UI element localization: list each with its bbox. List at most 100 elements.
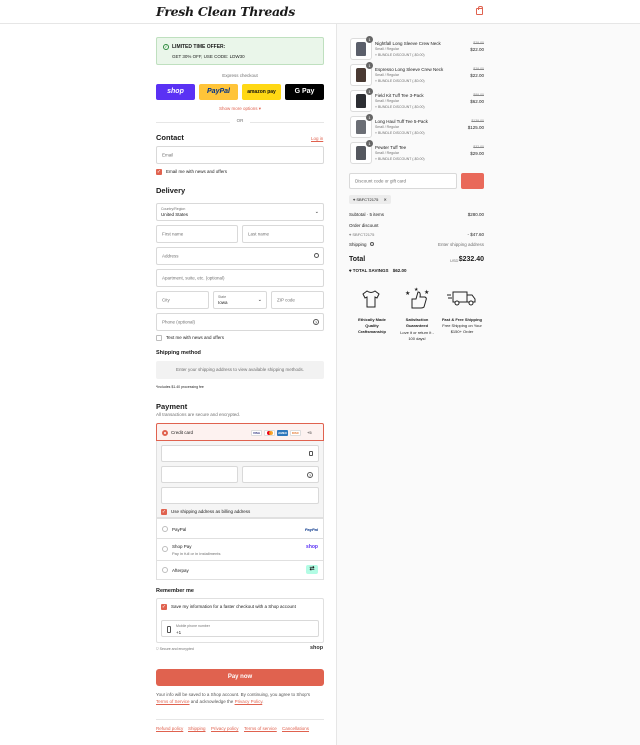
- credit-card-option[interactable]: Credit card VISA AMEX DISC +5: [156, 423, 324, 441]
- terms-link[interactable]: Terms of Service: [156, 699, 190, 704]
- feature-sub-2: Love it or return it - 100 days!: [400, 330, 434, 341]
- apartment-placeholder: Apartment, suite, etc. (optional): [162, 275, 225, 281]
- show-more-options-link[interactable]: Show more options ▾: [156, 106, 324, 112]
- state-select[interactable]: State Iowa ⌄: [213, 291, 267, 309]
- payment-subtitle: All transactions are secure and encrypte…: [156, 412, 241, 417]
- zip-field[interactable]: ZIP code: [271, 291, 324, 309]
- shipping-label: Shipping: [349, 242, 374, 247]
- shipping-link[interactable]: Shipping: [188, 726, 206, 731]
- store-logo[interactable]: Fresh Clean Threads: [156, 4, 295, 19]
- amex-icon: AMEX: [277, 430, 288, 436]
- help-icon[interactable]: [369, 242, 374, 246]
- quantity-badge: 1: [366, 140, 373, 147]
- help-icon[interactable]: ?: [307, 472, 313, 478]
- billing-checkbox[interactable]: ✓: [161, 509, 167, 515]
- mobile-phone-icon: [167, 626, 171, 633]
- privacy-link[interactable]: Privacy Policy: [235, 699, 263, 704]
- pay-now-button[interactable]: Pay now: [156, 669, 324, 686]
- shop-pay-button[interactable]: shop: [156, 84, 195, 100]
- sale-price: $125.00: [467, 125, 484, 130]
- first-name-field[interactable]: First name: [156, 225, 238, 243]
- chevron-down-icon: ⌄: [314, 209, 319, 215]
- shopping-bag-icon[interactable]: [476, 6, 483, 15]
- city-placeholder: City: [162, 297, 170, 303]
- delivery-title: Delivery: [156, 186, 186, 195]
- cancellations-link[interactable]: Cancellations: [282, 726, 309, 731]
- contact-title: Contact: [156, 133, 184, 142]
- subtotal-value: $280.00: [467, 212, 484, 217]
- city-field[interactable]: City: [156, 291, 209, 309]
- name-on-card-field[interactable]: [161, 487, 319, 504]
- email-field[interactable]: Email: [156, 146, 324, 164]
- refund-policy-link[interactable]: Refund policy: [156, 726, 183, 731]
- shop-pay-radio[interactable]: [162, 546, 168, 552]
- legal-text: Your info will be saved to a Shop accoun…: [156, 692, 311, 704]
- total-savings: ⌖ TOTAL SAVINGS $62.00: [349, 268, 407, 273]
- paypal-radio[interactable]: [162, 526, 168, 532]
- country-label: Country/Region: [161, 207, 186, 211]
- amazon-pay-button[interactable]: amazon pay: [242, 84, 281, 100]
- original-price: $29.00: [473, 67, 484, 71]
- stars-thumbs-up-icon: ★ ★ ★: [404, 286, 430, 310]
- product-name: Field Kit Tuff Tee 3-Pack: [375, 93, 424, 98]
- paypal-button[interactable]: PayPal: [199, 84, 238, 100]
- country-value: United States: [161, 212, 189, 217]
- terms-of-service-link[interactable]: Terms of service: [244, 726, 277, 731]
- footer-divider: [156, 719, 324, 720]
- mobile-phone-label: Mobile phone number: [176, 624, 210, 628]
- order-discount-value: - $47.60: [467, 232, 484, 237]
- credit-card-radio[interactable]: [162, 430, 168, 436]
- discount-code-field[interactable]: Discount code or gift card: [349, 173, 457, 189]
- quantity-badge: 1: [366, 62, 373, 69]
- state-label: State: [218, 295, 227, 299]
- afterpay-radio[interactable]: [162, 567, 168, 573]
- address-field[interactable]: Address: [156, 247, 324, 265]
- save-info-checkbox[interactable]: ✓: [161, 604, 167, 610]
- newsletter-label: Email me with news and offers: [166, 169, 227, 174]
- card-number-field[interactable]: [161, 445, 319, 462]
- shop-wordmark: shop: [310, 645, 324, 651]
- product-image: [356, 120, 366, 134]
- original-price: $89.00: [473, 93, 484, 97]
- address-placeholder: Address: [162, 253, 179, 259]
- google-pay-button[interactable]: G Pay: [285, 84, 324, 100]
- shop-pay-option[interactable]: Shop Pay Pay in full or in installments …: [156, 539, 324, 561]
- total-value: $232.40: [458, 256, 484, 263]
- more-cards-label: +5: [307, 430, 312, 435]
- newsletter-checkbox[interactable]: ✓: [156, 169, 162, 175]
- phone-field[interactable]: Phone (optional) ?: [156, 313, 324, 331]
- apply-discount-button[interactable]: [461, 173, 484, 189]
- discount-code-placeholder: Discount code or gift card: [355, 178, 407, 184]
- paypal-option[interactable]: PayPal PayPal: [156, 518, 324, 539]
- offer-title: LIMITED TIME OFFER:: [172, 44, 226, 50]
- svg-text:★: ★: [405, 290, 410, 297]
- country-select[interactable]: Country/Region United States ⌄: [156, 203, 324, 221]
- lock-icon: [309, 451, 313, 456]
- login-link[interactable]: Log in: [311, 136, 323, 141]
- subtotal-label: Subtotal · 5 items: [349, 212, 385, 217]
- product-variant: Small / Regular: [375, 99, 399, 103]
- text-me-checkbox[interactable]: [156, 335, 162, 341]
- help-icon[interactable]: ?: [313, 319, 319, 325]
- mobile-phone-field[interactable]: Mobile phone number +1: [161, 620, 319, 637]
- remove-code-icon[interactable]: ✕: [384, 197, 387, 202]
- zip-placeholder: ZIP code: [277, 297, 295, 303]
- product-variant: Small / Regular: [375, 125, 399, 129]
- product-image: [356, 42, 366, 56]
- security-code-field[interactable]: ?: [242, 466, 319, 483]
- privacy-policy-link[interactable]: Privacy policy: [211, 726, 239, 731]
- product-name: Pewter Tuff Tee: [375, 145, 407, 150]
- apartment-field[interactable]: Apartment, suite, etc. (optional): [156, 269, 324, 287]
- shirt-icon: [360, 288, 382, 310]
- shipping-method-title: Shipping method: [156, 350, 201, 356]
- svg-text:★: ★: [424, 289, 429, 296]
- shipping-method-box: Enter your shipping address to view avai…: [156, 361, 324, 379]
- afterpay-option[interactable]: Afterpay ⇄: [156, 561, 324, 580]
- expiration-field[interactable]: [161, 466, 238, 483]
- last-name-placeholder: Last name: [248, 231, 270, 237]
- original-price: $32.00: [473, 145, 484, 149]
- sale-price: $22.00: [470, 73, 484, 78]
- sale-price: $29.00: [470, 151, 484, 156]
- chevron-down-icon: ⌄: [257, 297, 262, 303]
- last-name-field[interactable]: Last name: [242, 225, 324, 243]
